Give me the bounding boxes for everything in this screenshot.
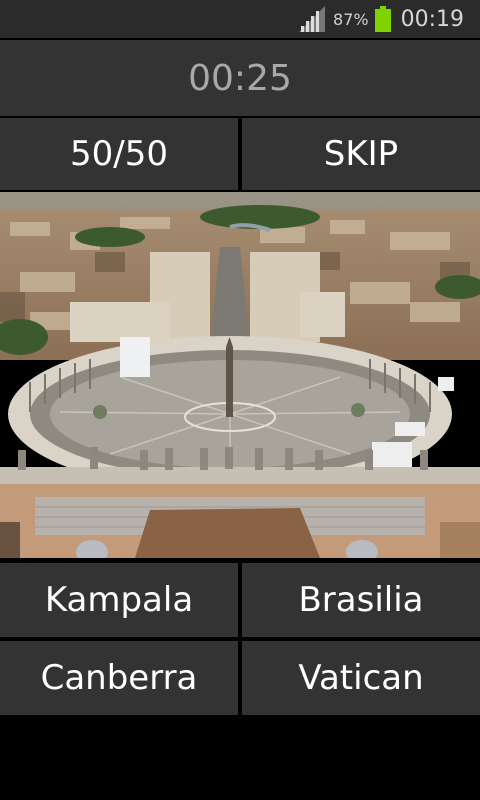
- status-clock: 00:19: [400, 6, 464, 32]
- fifty-fifty-button[interactable]: 50/50: [0, 118, 238, 190]
- question-photo: [0, 192, 480, 558]
- battery-percent: 87%: [333, 9, 369, 29]
- signal-icon: [299, 6, 326, 32]
- answer-button-kampala[interactable]: Kampala: [0, 563, 238, 637]
- answer-button-canberra[interactable]: Canberra: [0, 641, 238, 715]
- status-bar: 87% 00:19: [0, 0, 480, 38]
- skip-button[interactable]: SKIP: [242, 118, 480, 190]
- battery-icon: [374, 6, 391, 32]
- countdown-timer: 00:25: [0, 40, 480, 116]
- piazza-aerial-image: [0, 192, 480, 558]
- answer-button-brasilia[interactable]: Brasilia: [242, 563, 480, 637]
- status-indicators: 87% 00:19: [297, 0, 464, 38]
- answer-button-vatican[interactable]: Vatican: [242, 641, 480, 715]
